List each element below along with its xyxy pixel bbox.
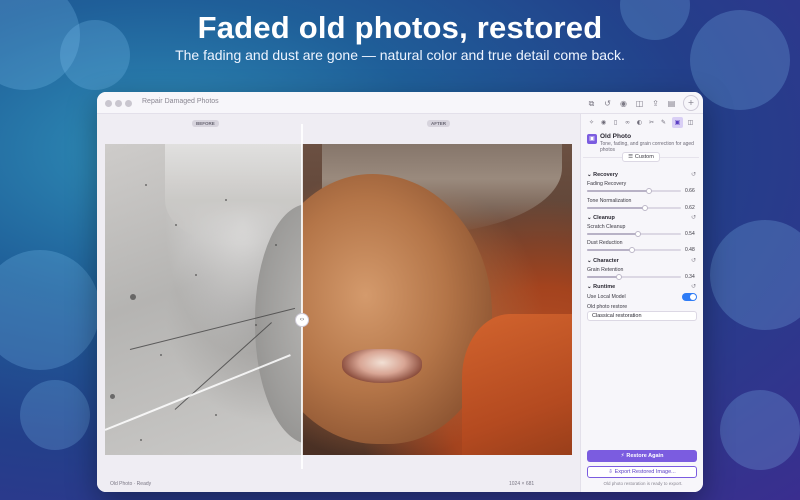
marketing-subheadline: The fading and dust are gone — natural c… [175, 47, 625, 63]
section-runtime[interactable]: ⌄ Runtime [587, 284, 615, 290]
reset-recovery-icon[interactable]: ↺ [691, 171, 696, 178]
document-icon[interactable]: ▯ [610, 117, 621, 128]
slider-thumb[interactable] [646, 188, 653, 194]
after-mouth [342, 349, 422, 383]
scratch-line [105, 354, 291, 431]
dust-speck [140, 439, 142, 441]
dust-speck [225, 199, 227, 201]
divider-handle-icon[interactable]: ‹› [295, 313, 309, 327]
undo-icon[interactable]: ↺ [601, 97, 614, 110]
zoom-window-button[interactable] [125, 100, 132, 107]
copy-icon[interactable]: ⧉ [585, 97, 598, 110]
export-status-note: Old photo restoration is ready to export… [603, 481, 683, 486]
reset-character-icon[interactable]: ↺ [691, 257, 696, 264]
dust-reduction-slider[interactable] [587, 247, 681, 253]
scratch-cleanup-slider[interactable] [587, 231, 681, 237]
tone-normalization-label: Tone Normalization [587, 198, 632, 204]
reset-runtime-icon[interactable]: ↺ [691, 283, 696, 290]
sidebar-icon[interactable]: ▤ [665, 97, 678, 110]
bokeh-circle [710, 220, 800, 330]
bokeh-circle [0, 250, 100, 370]
scratch-cleanup-value: 0.54 [685, 231, 695, 237]
custom-label: Custom [634, 154, 654, 160]
reset-cleanup-icon[interactable]: ↺ [691, 214, 696, 221]
after-photo [302, 144, 572, 455]
fading-recovery-slider[interactable] [587, 188, 681, 194]
close-window-button[interactable] [105, 100, 112, 107]
dust-speck [145, 184, 147, 186]
marketing-headline: Faded old photos, restored [197, 10, 603, 45]
use-local-model-label: Use Local Model [587, 294, 626, 300]
comparison-divider[interactable] [301, 124, 303, 469]
status-bar: Old Photo · Ready 1024 × 681 [97, 478, 580, 492]
half-icon[interactable]: ◐ [634, 117, 645, 128]
before-label: BEFORE [192, 120, 219, 127]
dust-speck [175, 224, 177, 226]
slider-thumb[interactable] [615, 274, 622, 280]
adjustments-panel: ✧ ◉ ▯ ∞ ◐ ✂ ✎ ▣ ◫ ▣ Old Photo Tone, fadi… [580, 114, 703, 492]
dust-reduction-label: Dust Reduction [587, 240, 623, 246]
eye-icon[interactable]: ◉ [598, 117, 609, 128]
add-icon[interactable]: + [683, 95, 699, 111]
model-name: Old Photo [600, 133, 632, 140]
scissors-icon[interactable]: ✂ [646, 117, 657, 128]
grain-retention-slider[interactable] [587, 274, 681, 280]
dust-reduction-value: 0.48 [685, 247, 695, 253]
slider-thumb[interactable] [629, 247, 636, 253]
preset-label: Old photo restore [587, 304, 628, 310]
dust-speck [110, 394, 115, 399]
tone-normalization-value: 0.62 [685, 205, 695, 211]
restore-again-button[interactable]: ⚡ Restore Again [587, 450, 697, 462]
dust-speck [275, 244, 277, 246]
minimize-window-button[interactable] [115, 100, 122, 107]
compare-icon[interactable]: ◫ [685, 117, 696, 128]
section-cleanup[interactable]: ⌄ Cleanup [587, 215, 615, 221]
old-photo-model-icon: ▣ [587, 134, 597, 144]
brush-icon[interactable]: ✎ [658, 117, 669, 128]
export-restored-image-button[interactable]: ⇩ Export Restored Image... [587, 466, 697, 478]
slider-thumb[interactable] [642, 205, 649, 211]
dust-speck [160, 354, 162, 356]
before-photo [105, 144, 302, 455]
after-label: AFTER [427, 120, 450, 127]
grain-retention-value: 0.34 [685, 274, 695, 280]
bokeh-circle [20, 380, 90, 450]
window-title: Repair Damaged Photos [142, 98, 219, 105]
use-local-model-toggle[interactable] [682, 293, 697, 301]
comparison-canvas[interactable]: BEFORE AFTER ‹› Old Photo · Ready 1024 ×… [97, 114, 580, 492]
status-text: Old Photo · Ready [110, 481, 152, 487]
share-icon[interactable]: ⇪ [649, 97, 662, 110]
section-character[interactable]: ⌄ Character [587, 258, 619, 264]
title-bar: Repair Damaged Photos ⧉ ↺ ◉ ◫ ⇪ ▤ + [97, 92, 703, 114]
scratch-cleanup-label: Scratch Cleanup [587, 224, 626, 230]
eye-icon[interactable]: ◉ [617, 97, 630, 110]
fading-recovery-label: Fading Recovery [587, 181, 627, 187]
magic-icon[interactable]: ✧ [586, 117, 597, 128]
dust-speck [195, 274, 197, 276]
custom-preset-tab[interactable]: ☰ Custom [622, 152, 660, 162]
after-scarf [462, 314, 572, 455]
fading-recovery-value: 0.66 [685, 188, 695, 194]
slider-thumb[interactable] [634, 231, 641, 237]
image-dimensions: 1024 × 681 [509, 481, 535, 487]
tone-normalization-slider[interactable] [587, 205, 681, 211]
app-window: Repair Damaged Photos ⧉ ↺ ◉ ◫ ⇪ ▤ + BEFO… [97, 92, 703, 492]
link-icon[interactable]: ∞ [622, 117, 633, 128]
grain-retention-label: Grain Retention [587, 267, 624, 273]
dust-speck [215, 414, 217, 416]
bokeh-circle [720, 390, 800, 470]
dust-speck [130, 294, 136, 300]
list-icon: ☰ [628, 154, 635, 160]
compare-icon[interactable]: ◫ [633, 97, 646, 110]
photo-icon[interactable]: ▣ [672, 117, 683, 128]
section-recovery[interactable]: ⌄ Recovery [587, 172, 618, 178]
preset-select[interactable]: Classical restoration [587, 311, 697, 321]
dust-speck [255, 324, 257, 326]
